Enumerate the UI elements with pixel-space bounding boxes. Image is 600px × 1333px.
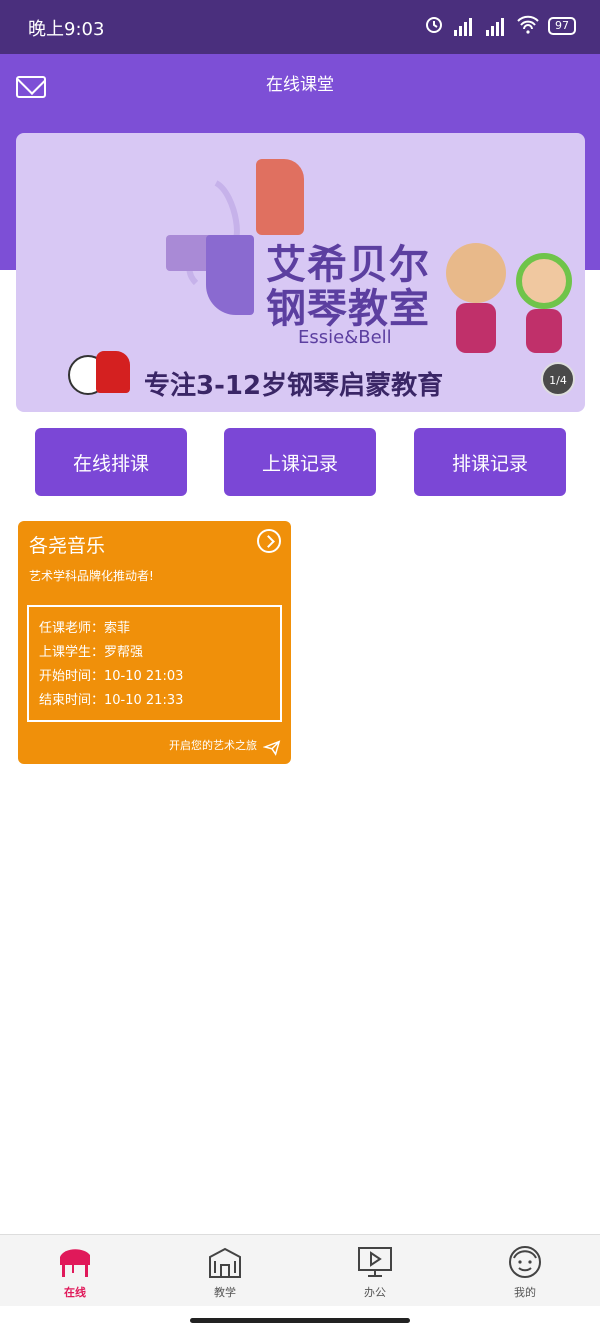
course-card[interactable]: 各尧音乐 艺术学科品牌化推动者! 任课老师：索菲 上课学生：罗帮强 开始时间：1… bbox=[18, 521, 291, 764]
face-icon bbox=[509, 1246, 541, 1278]
promo-banner[interactable]: 艾希贝尔 钢琴教室 Essie&Bell 专注3-12岁钢琴启蒙教育 1/4 bbox=[16, 133, 585, 412]
tab-label: 在线 bbox=[64, 1286, 86, 1299]
alarm-icon bbox=[424, 14, 444, 38]
banner-page-indicator: 1/4 bbox=[541, 362, 575, 396]
teacher-row: 任课老师：索菲 bbox=[39, 621, 131, 636]
monitor-play-icon bbox=[358, 1247, 392, 1277]
tab-mine[interactable]: 我的 bbox=[450, 1235, 600, 1307]
home-indicator[interactable] bbox=[190, 1318, 410, 1323]
battery-indicator: 97 bbox=[548, 17, 576, 35]
banner-slogan: 专注3-12岁钢琴启蒙教育 bbox=[144, 371, 444, 401]
tab-label: 我的 bbox=[514, 1286, 536, 1299]
brand-name-en: Essie&Bell bbox=[298, 327, 392, 348]
signal-icon bbox=[452, 16, 476, 36]
tab-teaching[interactable]: 教学 bbox=[150, 1235, 300, 1307]
piano-icon bbox=[60, 1249, 90, 1277]
logo-shape bbox=[206, 235, 254, 315]
end-time-row: 结束时间：10-10 21:33 bbox=[39, 693, 184, 708]
status-icons: 97 bbox=[424, 14, 576, 38]
schedule-record-button[interactable]: 排课记录 bbox=[414, 428, 566, 496]
online-schedule-button[interactable]: 在线排课 bbox=[35, 428, 187, 496]
status-time: 晚上9:03 bbox=[28, 19, 105, 40]
wifi-icon bbox=[516, 14, 540, 38]
class-record-button[interactable]: 上课记录 bbox=[224, 428, 376, 496]
tab-label: 教学 bbox=[214, 1286, 236, 1299]
card-footer: 开启您的艺术之旅 bbox=[169, 739, 257, 752]
tab-label: 办公 bbox=[364, 1286, 386, 1299]
brand-name-line: 艾希贝尔 bbox=[266, 242, 430, 288]
card-subtitle: 艺术学科品牌化推动者! bbox=[29, 569, 154, 583]
bottom-tab-bar: 在线 教学 办公 我的 bbox=[0, 1234, 600, 1306]
status-bar: 晚上9:03 97 bbox=[0, 0, 600, 54]
brand-name: 艾希贝尔 钢琴教室 bbox=[266, 243, 430, 331]
brand-name-line: 钢琴教室 bbox=[266, 286, 430, 332]
signal-icon bbox=[484, 16, 508, 36]
plane-icon bbox=[263, 740, 281, 756]
tab-office[interactable]: 办公 bbox=[300, 1235, 450, 1307]
student-row: 上课学生：罗帮强 bbox=[39, 645, 144, 660]
tab-online[interactable]: 在线 bbox=[0, 1235, 150, 1307]
chevron-right-icon[interactable] bbox=[257, 529, 281, 553]
card-details: 任课老师：索菲 上课学生：罗帮强 开始时间：10-10 21:03 结束时间：1… bbox=[27, 605, 282, 722]
page-title: 在线课堂 bbox=[266, 75, 334, 95]
start-time-row: 开始时间：10-10 21:03 bbox=[39, 669, 184, 684]
card-title: 各尧音乐 bbox=[29, 535, 106, 557]
school-icon bbox=[209, 1247, 241, 1278]
logo-shape bbox=[256, 159, 304, 235]
